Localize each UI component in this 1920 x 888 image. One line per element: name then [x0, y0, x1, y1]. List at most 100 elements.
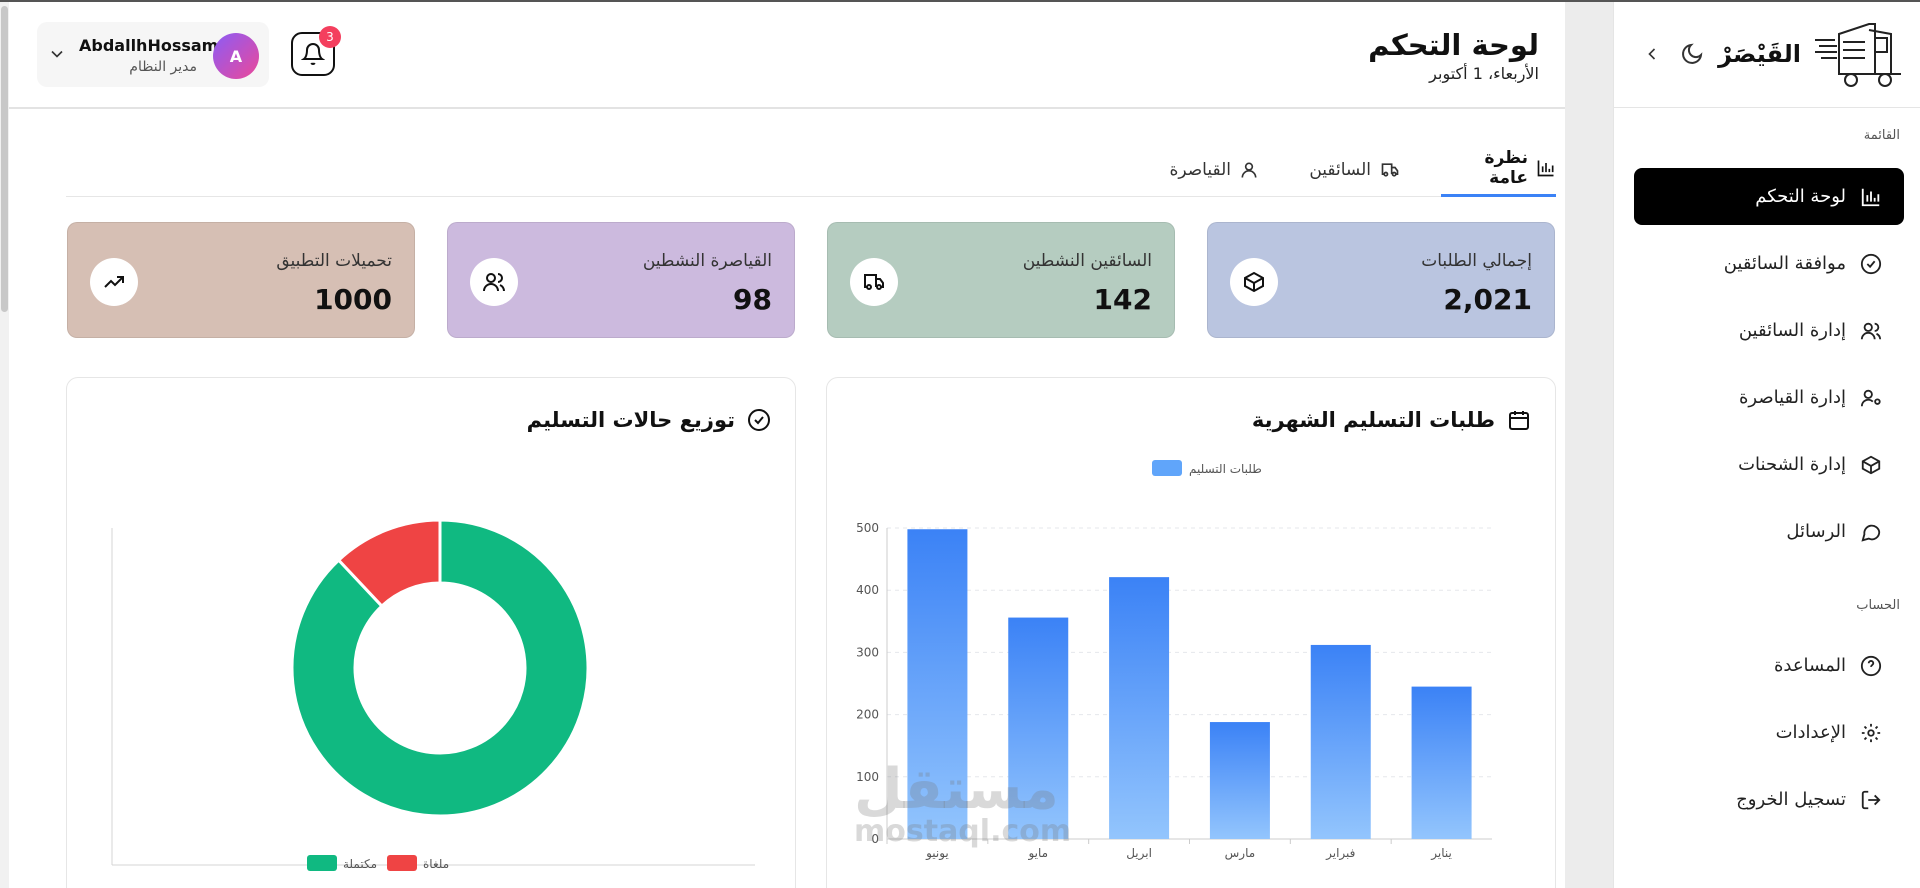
sidebar-item-logout[interactable]: تسجيل الخروج	[1634, 771, 1904, 828]
tab-caesars[interactable]: القياصرة	[1169, 142, 1259, 197]
delivery-status-panel: توزيع حالات التسليم مكتملة ملغاة	[66, 377, 796, 888]
sidebar-item-drivers[interactable]: إدارة السائقين	[1634, 302, 1904, 359]
watermark-latin: mostaql.com	[854, 814, 1072, 849]
chart-legend: مكتملة ملغاة	[307, 855, 449, 871]
sidebar-item-messages[interactable]: الرسائل	[1634, 503, 1904, 560]
check-circle-icon	[1860, 253, 1882, 274]
x-tick-label: فبراير	[1325, 846, 1355, 861]
user-icon	[1241, 162, 1257, 178]
sidebar-item-settings[interactable]: الإعدادات	[1634, 704, 1904, 761]
sidebar-header: القَيْصَرْ	[1614, 2, 1920, 108]
legend-swatch	[1152, 460, 1182, 476]
logout-icon	[1861, 790, 1881, 809]
legend-label: طلبات التسليم	[1189, 462, 1262, 476]
tab-overview[interactable]: نظرة عامة	[1441, 142, 1556, 197]
y-tick-label: 300	[856, 645, 879, 659]
bar	[1109, 577, 1170, 839]
y-tick-label: 400	[856, 583, 879, 597]
tab-label: القياصرة	[1169, 159, 1231, 180]
sidebar-item-label: لوحة التحكم	[1755, 186, 1846, 207]
sidebar-item-label: إدارة القياصرة	[1738, 387, 1846, 408]
users-icon	[470, 258, 518, 306]
page-date: الأربعاء، 1 أكتوبر	[1429, 64, 1539, 83]
stat-label: السائقين النشطين	[1022, 251, 1152, 271]
tab-bar: نظرة عامة السائقين القياصرة	[66, 142, 1556, 197]
gear-icon	[1861, 723, 1881, 742]
stat-card-app-downloads: تحميلات التطبيق 1000	[67, 222, 415, 338]
legend-swatch	[307, 855, 337, 871]
x-tick-label: ابريل	[1126, 846, 1152, 861]
chart-legend: طلبات التسليم	[1152, 460, 1262, 476]
truck-icon	[1381, 162, 1399, 177]
stat-value: 142	[1093, 283, 1152, 316]
sidebar-item-label: إدارة الشحنات	[1738, 454, 1846, 475]
page-title: لوحة التحكم	[1368, 28, 1539, 62]
package-icon	[1861, 455, 1881, 474]
truck-icon	[850, 258, 898, 306]
stat-card-active-caesars: القياصرة النشطين 98	[447, 222, 795, 338]
sidebar-item-label: تسجيل الخروج	[1736, 789, 1846, 810]
delivery-status-doughnut-chart: مكتملة ملغاة	[111, 518, 755, 871]
main-content: لوحة التحكم الأربعاء، 1 أكتوبر AbdallhHo…	[9, 2, 1565, 888]
bar	[1411, 686, 1472, 839]
legend-label: ملغاة	[423, 857, 449, 871]
sidebar-item-help[interactable]: المساعدة	[1634, 637, 1904, 694]
user-role: مدير النظام	[129, 59, 197, 75]
tab-drivers[interactable]: السائقين	[1309, 142, 1401, 197]
avatar: A	[213, 33, 259, 79]
trending-up-icon	[90, 258, 138, 306]
section-label-menu: القائمة	[1863, 128, 1900, 143]
watermark: مستقل mostaql.com	[854, 757, 1072, 850]
bar	[1310, 644, 1371, 839]
bell-icon	[301, 43, 325, 65]
stat-card-total-orders: إجمالي الطلبات 2,021	[1207, 222, 1555, 338]
section-label-account: الحساب	[1856, 598, 1900, 613]
stat-value: 1000	[314, 283, 392, 316]
stat-label: إجمالي الطلبات	[1421, 251, 1532, 271]
bar-chart-icon	[1861, 188, 1880, 206]
sidebar-item-label: إدارة السائقين	[1738, 320, 1846, 341]
chevron-down-icon	[51, 50, 63, 58]
page-scrollbar[interactable]	[0, 2, 9, 888]
legend-swatch	[387, 855, 417, 871]
tab-label: نظرة عامة	[1484, 148, 1528, 188]
user-menu[interactable]: AbdallhHossam مدير النظام A	[37, 22, 269, 87]
sidebar-item-shipments[interactable]: إدارة الشحنات	[1634, 436, 1904, 493]
user-cog-icon	[1860, 389, 1881, 406]
notifications-button[interactable]: 3	[291, 26, 341, 76]
help-icon	[1860, 655, 1882, 676]
y-tick-label: 200	[856, 708, 879, 722]
stat-value: 2,021	[1443, 283, 1532, 316]
sidebar-item-label: الرسائل	[1786, 521, 1846, 542]
dark-mode-toggle-icon[interactable]	[1680, 42, 1704, 66]
package-icon	[1230, 258, 1278, 306]
watermark-arabic: مستقل	[854, 757, 1059, 822]
sidebar: القَيْصَرْ القائمة لوحة التحكم موافقة ال…	[1613, 2, 1920, 888]
brand-truck-logo	[1815, 23, 1901, 87]
bar-chart-icon	[1537, 160, 1554, 177]
sidebar-item-dashboard[interactable]: لوحة التحكم	[1634, 168, 1904, 225]
y-tick-label: 500	[856, 521, 879, 535]
user-name: AbdallhHossam	[79, 36, 219, 55]
users-icon	[1860, 322, 1882, 339]
brand-name: القَيْصَرْ	[1718, 40, 1801, 68]
stat-card-active-drivers: السائقين النشطين 142	[827, 222, 1175, 338]
tab-label: السائقين	[1309, 159, 1371, 180]
scrollbar-thumb[interactable]	[1, 6, 8, 312]
legend-label: مكتملة	[343, 857, 377, 871]
stat-label: تحميلات التطبيق	[276, 251, 392, 271]
sidebar-item-caesars[interactable]: إدارة القياصرة	[1634, 369, 1904, 426]
message-icon	[1861, 524, 1881, 542]
top-header: لوحة التحكم الأربعاء، 1 أكتوبر AbdallhHo…	[9, 2, 1565, 109]
stat-value: 98	[733, 283, 772, 316]
sidebar-item-label: موافقة السائقين	[1723, 253, 1846, 274]
sidebar-item-driver-approval[interactable]: موافقة السائقين	[1634, 235, 1904, 292]
sidebar-item-label: الإعدادات	[1775, 722, 1846, 743]
stat-label: القياصرة النشطين	[642, 251, 772, 271]
x-tick-label: يناير	[1430, 846, 1452, 861]
chevron-left-icon[interactable]	[1642, 44, 1662, 64]
notification-badge: 3	[319, 26, 341, 48]
bar	[1209, 722, 1270, 839]
x-tick-label: مارس	[1225, 846, 1256, 861]
sidebar-item-label: المساعدة	[1773, 655, 1846, 676]
